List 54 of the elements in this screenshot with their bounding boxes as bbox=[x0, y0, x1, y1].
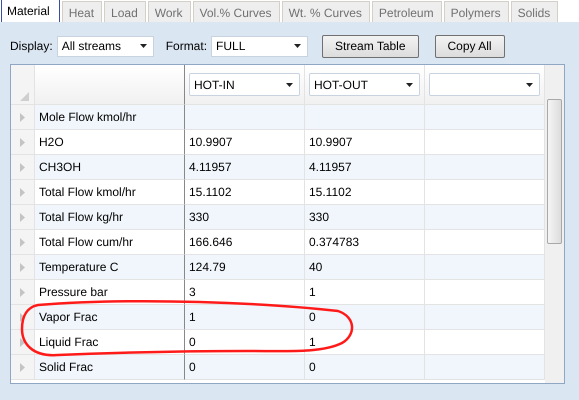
table-cell: 1 bbox=[185, 305, 305, 330]
tab[interactable]: Petroleum bbox=[372, 1, 442, 22]
tab[interactable]: Material bbox=[1, 0, 60, 22]
row-expand-icon[interactable] bbox=[20, 362, 25, 372]
table-cell: 0 bbox=[305, 355, 425, 380]
format-label: Format: bbox=[166, 39, 208, 53]
tab[interactable]: Vol.% Curves bbox=[192, 1, 280, 22]
tab[interactable]: Solids bbox=[510, 1, 558, 22]
row-label: Vapor Frac bbox=[35, 305, 185, 330]
stream-dropdown[interactable]: HOT-IN bbox=[189, 73, 300, 96]
row-label: Solid Frac bbox=[35, 355, 185, 380]
table-cell: 40 bbox=[305, 255, 425, 280]
tab[interactable]: Heat bbox=[62, 1, 102, 22]
tab[interactable]: Work bbox=[148, 1, 191, 22]
table-cell: 330 bbox=[305, 205, 425, 230]
stream-dropdown[interactable]: HOT-OUT bbox=[309, 73, 420, 96]
format-dropdown[interactable]: FULL bbox=[211, 36, 308, 56]
row-label: Temperature C bbox=[35, 255, 185, 280]
tab[interactable]: Polymers bbox=[444, 1, 509, 22]
caret-icon bbox=[140, 44, 147, 48]
caret-icon bbox=[294, 44, 302, 48]
row-expand-icon[interactable] bbox=[20, 188, 25, 196]
row-expand-icon[interactable] bbox=[20, 238, 25, 246]
display-dropdown[interactable]: All streams bbox=[56, 36, 154, 56]
corner-icon bbox=[20, 92, 29, 101]
scrollbar-thumb[interactable] bbox=[547, 99, 562, 244]
caret-icon bbox=[286, 82, 293, 86]
row-expand-icon[interactable] bbox=[20, 162, 25, 172]
stream-table-button[interactable]: Stream Table bbox=[322, 34, 419, 58]
table-cell: 4.11957 bbox=[185, 155, 305, 180]
row-expand-icon[interactable] bbox=[20, 138, 25, 146]
display-label: Display: bbox=[10, 39, 53, 53]
table-cell: 0 bbox=[185, 355, 305, 380]
row-expand-icon[interactable] bbox=[20, 112, 25, 122]
row-expand-icon[interactable] bbox=[20, 312, 25, 322]
row-expand-icon[interactable] bbox=[20, 212, 25, 222]
caret-icon bbox=[406, 82, 413, 86]
row-label: CH3OH bbox=[35, 155, 185, 180]
header-corner[interactable] bbox=[11, 65, 35, 105]
caret-icon bbox=[526, 82, 533, 86]
table-cell: 0 bbox=[305, 305, 425, 330]
stream-dropdown[interactable] bbox=[429, 73, 540, 96]
copy-all-button[interactable]: Copy All bbox=[434, 34, 505, 58]
row-expand-icon[interactable] bbox=[20, 288, 25, 296]
row-expand-icon[interactable] bbox=[20, 262, 25, 272]
scrollbar[interactable] bbox=[545, 65, 564, 383]
table-cell: 124.79 bbox=[185, 255, 305, 280]
table-cell: 330 bbox=[185, 205, 305, 230]
row-label: Mole Flow kmol/hr bbox=[35, 105, 185, 130]
row-label: Total Flow kg/hr bbox=[35, 205, 185, 230]
tab[interactable]: Wt. % Curves bbox=[282, 1, 370, 22]
table-cell: 4.11957 bbox=[305, 155, 425, 180]
row-expand-icon[interactable] bbox=[20, 338, 25, 346]
tab[interactable]: Load bbox=[104, 1, 146, 22]
